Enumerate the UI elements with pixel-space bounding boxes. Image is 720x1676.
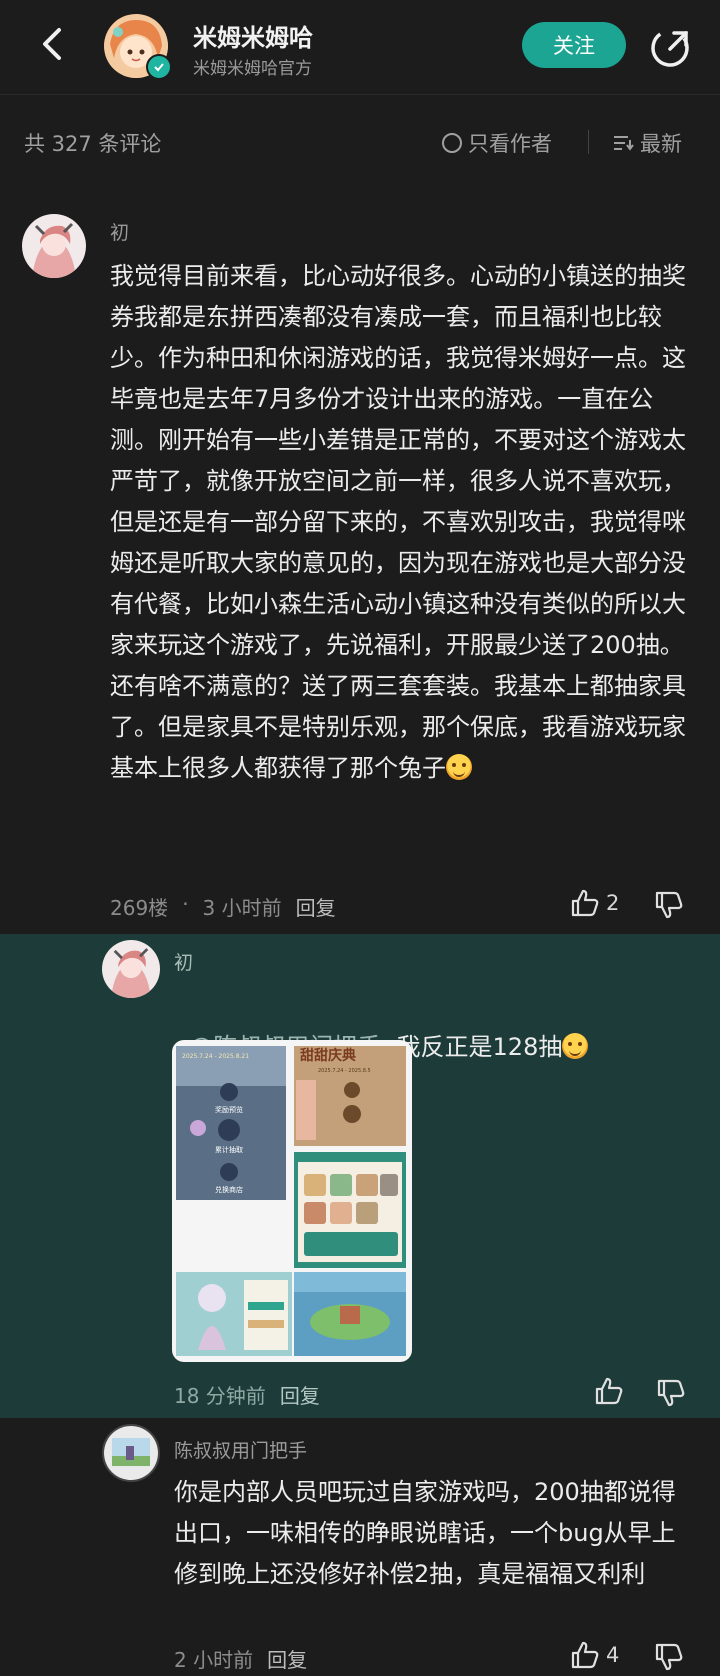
like-count: 2 xyxy=(606,891,620,915)
image-label-1: 奖励预览 xyxy=(215,1105,243,1114)
only-author-label: 只看作者 xyxy=(468,132,552,156)
like-button[interactable] xyxy=(594,1376,624,1406)
grin-emoji-icon xyxy=(446,754,472,780)
floor-number: 269楼 xyxy=(110,896,169,920)
image-label-2: 累计抽取 xyxy=(215,1145,243,1154)
comment-text-content: 我觉得目前来看，比心动好很多。心动的小镇送的抽奖券我都是东拼西凑都没有凑成一套，… xyxy=(110,262,686,782)
dislike-button[interactable] xyxy=(656,1378,686,1408)
reply-text-content: 我反正是128抽 xyxy=(396,1033,563,1061)
reply-text: 你是内部人员吧玩过自家游戏吗，200抽都说得出口，一味相传的睁眼说瞎话，一个bu… xyxy=(174,1478,676,1588)
image-date-1: 2025.7.24 - 2025.8.21 xyxy=(182,1053,249,1060)
top-bar: 米姆米姆哈 米姆米姆哈官方 关注 xyxy=(0,0,720,95)
comments-toolbar: 共 327 条评论 只看作者 最新 xyxy=(0,110,720,174)
share-icon[interactable] xyxy=(648,26,692,70)
dot-separator: · xyxy=(182,892,189,916)
reply-time: 18 分钟前 xyxy=(174,1384,266,1408)
comment-text: 我觉得目前来看，比心动好很多。心动的小镇送的抽奖券我都是东拼西凑都没有凑成一套，… xyxy=(110,256,690,789)
comment-meta: 269楼 · 3 小时前 回复 xyxy=(110,892,336,921)
comment-count: 共 327 条评论 xyxy=(24,132,162,156)
thumbs-down-icon xyxy=(657,1379,685,1407)
sort-label: 最新 xyxy=(640,132,682,156)
follow-button[interactable]: 关注 xyxy=(522,22,626,68)
reply-meta: 18 分钟前 回复 xyxy=(174,1380,320,1409)
account-name[interactable]: 米姆米姆哈 xyxy=(193,18,313,53)
reply-button[interactable]: 回复 xyxy=(280,1380,320,1409)
dislike-button[interactable] xyxy=(654,890,684,920)
like-button[interactable]: 2 xyxy=(570,888,619,918)
verified-badge-icon xyxy=(146,54,172,80)
thumbs-down-icon xyxy=(655,891,683,919)
back-arrow-icon[interactable] xyxy=(34,24,74,64)
dislike-button[interactable] xyxy=(654,1642,684,1672)
thumbs-down-icon xyxy=(655,1643,683,1671)
image-title-2: 甜甜庆典 xyxy=(300,1047,356,1064)
thumbs-up-icon xyxy=(571,889,599,917)
reply-avatar[interactable] xyxy=(102,940,160,998)
reply-button[interactable]: 回复 xyxy=(296,892,336,921)
reply-time: 2 小时前 xyxy=(174,1648,254,1672)
only-author-toggle[interactable]: 只看作者 xyxy=(442,128,552,158)
thumbs-up-icon xyxy=(571,1641,599,1669)
account-avatar[interactable] xyxy=(104,14,172,80)
reply-meta: 2 小时前 回复 xyxy=(174,1644,307,1673)
reply-image-collage[interactable]: 2025.7.24 - 2025.8.21 奖励预览 累计抽取 兑换商店 甜甜庆… xyxy=(172,1040,412,1362)
like-button[interactable]: 4 xyxy=(570,1640,619,1670)
like-count: 4 xyxy=(606,1643,620,1667)
divider xyxy=(588,130,589,154)
reply-button[interactable]: 回复 xyxy=(267,1644,307,1673)
commenter-name[interactable]: 初 xyxy=(110,218,129,245)
sort-icon xyxy=(614,136,634,151)
reply-name[interactable]: 陈叔叔用门把手 xyxy=(174,1436,307,1463)
reply-avatar[interactable] xyxy=(102,1424,160,1482)
commenter-avatar[interactable] xyxy=(22,214,86,278)
thumbs-up-icon xyxy=(595,1377,623,1405)
image-date-2: 2025.7.24 - 2025.8.5 xyxy=(318,1068,371,1074)
sort-toggle[interactable]: 最新 xyxy=(612,128,682,158)
account-subtitle: 米姆米姆哈官方 xyxy=(193,59,312,79)
reply-name[interactable]: 初 xyxy=(174,948,193,975)
image-label-3: 兑换商店 xyxy=(215,1185,243,1194)
comment-time: 3 小时前 xyxy=(202,896,282,920)
grin-emoji-icon xyxy=(562,1033,589,1059)
radio-circle-icon xyxy=(442,133,462,153)
